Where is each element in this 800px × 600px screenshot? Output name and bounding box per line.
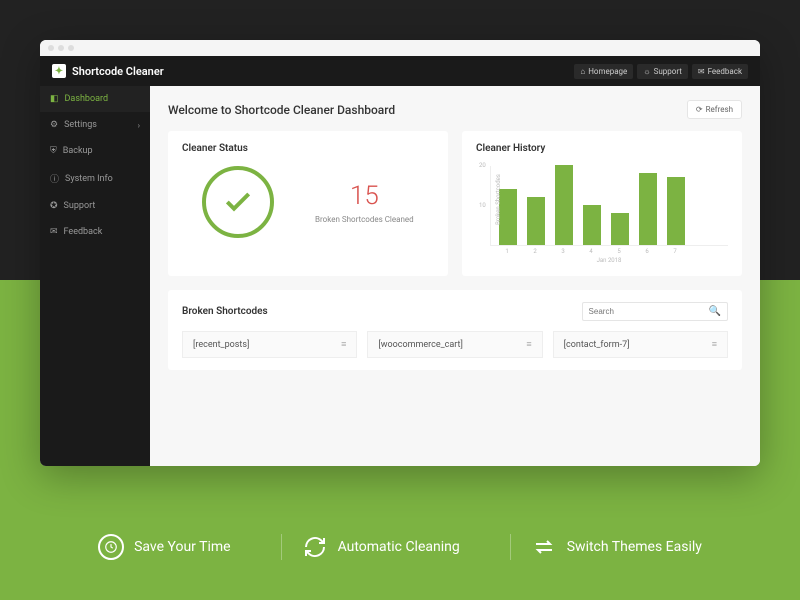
broken-count: 15 xyxy=(315,181,414,211)
swap-icon xyxy=(531,534,557,560)
shortcode-item[interactable]: [recent_posts]≡ xyxy=(182,331,357,358)
support-icon: ☼ xyxy=(643,67,650,76)
chart-xlabel: Jan 2018 xyxy=(490,257,728,264)
search-field[interactable]: 🔍 xyxy=(582,302,728,321)
app-window: ✦ Shortcode Cleaner ⌂Homepage ☼Support ✉… xyxy=(40,40,760,466)
chart-bar xyxy=(527,197,545,245)
chevron-right-icon: › xyxy=(138,121,140,130)
broken-count-label: Broken Shortcodes Cleaned xyxy=(315,215,414,224)
feedback-link[interactable]: ✉Feedback xyxy=(692,64,748,79)
menu-icon: ≡ xyxy=(341,339,346,350)
gear-icon: ⚙ xyxy=(50,120,58,130)
refresh-icon: ⟳ xyxy=(696,105,703,114)
window-titlebar xyxy=(40,40,760,56)
brand: ✦ Shortcode Cleaner xyxy=(52,64,164,78)
broken-shortcodes-card: Broken Shortcodes 🔍 [recent_posts]≡ [wooc… xyxy=(168,290,742,370)
feedback-icon: ✉ xyxy=(698,67,705,76)
sidebar: ◧Dashboard ⚙Settings› ⛨Backup ⓘSystem In… xyxy=(40,86,150,466)
chart-ylabel: Broken Shortcodes xyxy=(495,174,502,225)
feature-strip: Save Your Time Automatic Cleaning Switch… xyxy=(0,534,800,560)
dashboard-icon: ◧ xyxy=(50,94,59,104)
shortcode-item[interactable]: [woocommerce_cart]≡ xyxy=(367,331,542,358)
menu-icon: ≡ xyxy=(712,339,717,350)
cleaner-status-card: Cleaner Status 15 Broken Shortcodes Clea… xyxy=(168,131,448,276)
chart-bar xyxy=(667,177,685,245)
sidebar-item-feedback[interactable]: ✉Feedback xyxy=(40,219,150,245)
info-icon: ⓘ xyxy=(50,172,59,185)
card-title: Broken Shortcodes xyxy=(182,306,268,317)
shortcode-item[interactable]: [contact_form-7]≡ xyxy=(553,331,728,358)
homepage-link[interactable]: ⌂Homepage xyxy=(574,64,633,79)
menu-icon: ≡ xyxy=(526,339,531,350)
history-bar-chart: Broken Shortcodes 1020 xyxy=(490,166,728,246)
main-content: Welcome to Shortcode Cleaner Dashboard ⟳… xyxy=(150,86,760,466)
sidebar-item-settings[interactable]: ⚙Settings› xyxy=(40,112,150,138)
sidebar-item-dashboard[interactable]: ◧Dashboard xyxy=(40,86,150,112)
backup-icon: ⛨ xyxy=(50,146,57,156)
feature-auto-clean: Automatic Cleaning xyxy=(281,534,480,560)
window-button[interactable] xyxy=(58,45,64,51)
refresh-button[interactable]: ⟳Refresh xyxy=(687,100,742,119)
topbar: ✦ Shortcode Cleaner ⌂Homepage ☼Support ✉… xyxy=(40,56,760,86)
search-input[interactable] xyxy=(589,307,669,316)
home-icon: ⌂ xyxy=(580,67,585,76)
search-icon: 🔍 xyxy=(709,306,721,317)
window-button[interactable] xyxy=(48,45,54,51)
chart-bar xyxy=(555,165,573,245)
sidebar-item-support[interactable]: ✪Support xyxy=(40,193,150,219)
support-icon: ✪ xyxy=(50,201,58,211)
sidebar-item-backup[interactable]: ⛨Backup xyxy=(40,138,150,164)
window-button[interactable] xyxy=(68,45,74,51)
feature-save-time: Save Your Time xyxy=(78,534,250,560)
chart-bar xyxy=(583,205,601,245)
chat-icon: ✉ xyxy=(50,227,58,237)
sidebar-item-systeminfo[interactable]: ⓘSystem Info xyxy=(40,164,150,193)
page-title: Welcome to Shortcode Cleaner Dashboard xyxy=(168,103,395,117)
clock-icon xyxy=(98,534,124,560)
card-title: Cleaner History xyxy=(476,143,728,154)
brand-icon: ✦ xyxy=(52,64,66,78)
toplinks: ⌂Homepage ☼Support ✉Feedback xyxy=(574,64,748,79)
brand-title: Shortcode Cleaner xyxy=(72,65,164,78)
chart-bar xyxy=(611,213,629,245)
cleaner-history-card: Cleaner History Broken Shortcodes 1020 1… xyxy=(462,131,742,276)
chart-bar xyxy=(639,173,657,245)
support-link[interactable]: ☼Support xyxy=(637,64,688,79)
card-title: Cleaner Status xyxy=(182,143,434,154)
feature-switch-themes: Switch Themes Easily xyxy=(510,534,722,560)
sync-icon xyxy=(302,534,328,560)
success-check-icon xyxy=(202,166,274,238)
